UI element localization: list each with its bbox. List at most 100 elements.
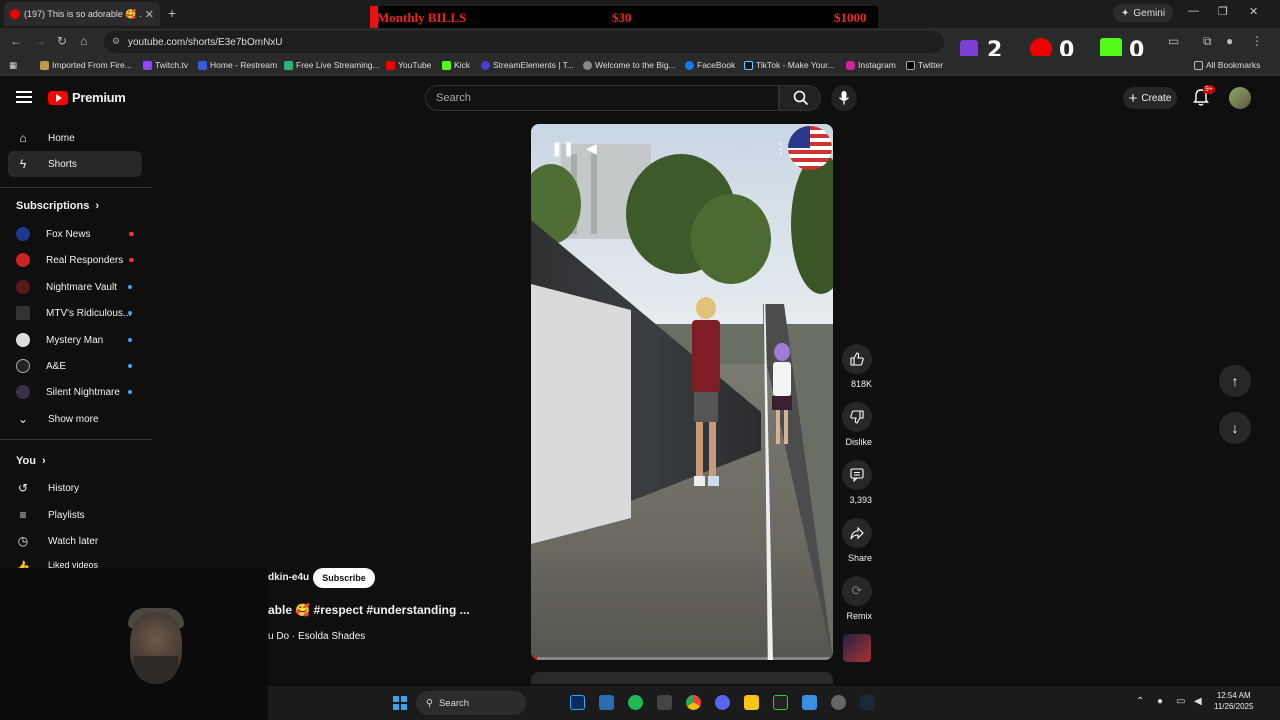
sidebar-item-shorts[interactable]: ϟ Shorts: [8, 151, 142, 177]
divider: [0, 439, 152, 440]
bookmark-item[interactable]: Home - Restream: [198, 60, 277, 70]
new-tab-icon[interactable]: +: [168, 5, 176, 21]
notepad-icon[interactable]: [802, 695, 817, 710]
sidebar-item-watch-later[interactable]: ◷ Watch later: [8, 528, 142, 554]
network-icon[interactable]: ▭: [1176, 696, 1185, 707]
terminal-icon[interactable]: [773, 695, 788, 710]
volume-icon[interactable]: ◀: [586, 140, 597, 157]
bookmark-item[interactable]: Kick: [442, 60, 470, 70]
reload-icon[interactable]: ↻: [57, 34, 67, 48]
close-tab-icon[interactable]: ✕: [145, 8, 154, 21]
all-bookmarks[interactable]: All Bookmarks: [1194, 60, 1260, 70]
photoshop-icon[interactable]: [570, 695, 585, 710]
bookmark-item[interactable]: Twitter: [906, 60, 943, 70]
bookmark-item[interactable]: Instagram: [846, 60, 896, 70]
settings-icon[interactable]: [831, 695, 846, 710]
audio-source-thumbnail[interactable]: [843, 634, 871, 662]
create-button[interactable]: + Create: [1123, 87, 1177, 109]
short-title[interactable]: able 🥰 #respect #understanding ...: [268, 603, 470, 617]
youtube-icon: [386, 60, 395, 70]
show-more-button[interactable]: ⌄ Show more: [8, 406, 142, 432]
apps-icon[interactable]: ▦: [9, 60, 17, 71]
home-icon[interactable]: ⌂: [80, 34, 87, 48]
tab-search-icon[interactable]: ▭: [1168, 34, 1179, 48]
bookmark-item[interactable]: Twitch.tv: [143, 60, 188, 70]
sidebar-item-ae[interactable]: A&E: [8, 353, 142, 379]
dislike-action[interactable]: Dislike: [842, 402, 872, 450]
share-action[interactable]: Share: [842, 518, 872, 566]
site-info-icon[interactable]: ⚙: [112, 36, 120, 47]
sidebar-item-mystery-man[interactable]: Mystery Man: [8, 327, 142, 353]
sidebar-item-mtv-ridiculous[interactable]: MTV's Ridiculous...: [8, 300, 142, 326]
profile-icon[interactable]: ●: [1226, 34, 1233, 48]
bookmark-item[interactable]: Welcome to the Big...: [583, 60, 676, 70]
forward-icon[interactable]: →: [34, 34, 46, 48]
microphone-tray-icon[interactable]: ●: [1157, 696, 1163, 707]
gemini-button[interactable]: ✦ Gemini: [1113, 4, 1174, 22]
previous-short-button[interactable]: ↑: [1219, 365, 1251, 397]
app-icon[interactable]: [657, 695, 672, 710]
sidebar-item-label: Silent Nightmare: [46, 386, 120, 398]
sidebar-item-nightmare-vault[interactable]: Nightmare Vault: [8, 274, 142, 300]
browser-tab[interactable]: (197) This is so adorable 🥰 ... ✕: [4, 2, 160, 26]
short-music[interactable]: u Do · Esolda Shades: [268, 631, 365, 642]
next-short-button[interactable]: ↓: [1219, 412, 1251, 444]
sidebar-item-liked-videos[interactable]: 👍 Liked videos: [8, 554, 142, 568]
taskbar-search[interactable]: ⚲ Search: [416, 691, 526, 715]
steam-icon[interactable]: [860, 695, 875, 710]
volume-tray-icon[interactable]: ◀: [1194, 696, 1202, 707]
chrome-icon[interactable]: [686, 695, 701, 710]
subscriptions-header[interactable]: Subscriptions ›: [16, 200, 99, 212]
close-window-icon[interactable]: ✕: [1249, 5, 1258, 18]
minimize-icon[interactable]: —: [1188, 5, 1199, 17]
sidebar-item-fox-news[interactable]: Fox News: [8, 221, 142, 247]
remix-action[interactable]: ⟳ Remix: [842, 576, 872, 624]
sidebar-item-history[interactable]: ↺ History: [8, 475, 142, 501]
photos-icon[interactable]: [599, 695, 614, 710]
sidebar-item-real-responders[interactable]: Real Responders: [8, 247, 142, 273]
voice-search-button[interactable]: [831, 85, 857, 111]
bookmark-item[interactable]: Free Live Streaming...: [284, 60, 380, 70]
thumbs-down-icon[interactable]: [842, 402, 872, 432]
menu-icon[interactable]: [16, 91, 32, 103]
next-short-preview[interactable]: [531, 672, 833, 684]
back-icon[interactable]: ←: [10, 34, 22, 48]
search-button[interactable]: [779, 85, 821, 111]
more-options-icon[interactable]: ⋮: [774, 140, 788, 157]
comment-icon[interactable]: [842, 460, 872, 490]
bookmark-item[interactable]: FaceBook: [685, 60, 735, 70]
youtube-logo[interactable]: Premium: [48, 90, 126, 105]
bookmark-item[interactable]: YouTube: [386, 60, 431, 70]
discord-icon[interactable]: [715, 695, 730, 710]
sidebar-item-home[interactable]: ⌂ Home: [8, 125, 142, 151]
tray-chevron-icon[interactable]: ⌃: [1136, 696, 1144, 707]
browser-menu-icon[interactable]: ⋮: [1251, 34, 1263, 48]
share-icon[interactable]: [842, 518, 872, 548]
short-video-player[interactable]: ❚❚ ◀ ▭ ⋮: [531, 124, 833, 660]
restore-icon[interactable]: ❐: [1218, 5, 1228, 18]
taskbar-clock[interactable]: 12:54 AM 11/26/2025: [1214, 690, 1253, 712]
windows-start-icon[interactable]: [393, 696, 407, 710]
url-bar[interactable]: youtube.com/shorts/E3e7bOmNxU: [104, 31, 944, 53]
sidebar-item-playlists[interactable]: ≡ Playlists: [8, 502, 142, 528]
captions-icon[interactable]: ▭: [739, 140, 748, 151]
pause-icon[interactable]: ❚❚: [551, 140, 574, 157]
subscribe-button[interactable]: Subscribe: [313, 568, 375, 588]
bookmark-label: FaceBook: [697, 60, 736, 70]
remix-icon[interactable]: ⟳: [842, 576, 872, 606]
file-explorer-icon[interactable]: [744, 695, 759, 710]
bookmark-item[interactable]: Imported From Fire...: [40, 60, 132, 70]
sidebar-item-silent-nightmare[interactable]: Silent Nightmare: [8, 379, 142, 405]
like-action[interactable]: 818K: [842, 344, 872, 392]
search-input[interactable]: Search: [425, 85, 779, 111]
bookmark-item[interactable]: StreamElements | T...: [481, 60, 574, 70]
bookmark-item[interactable]: TikTok - Make Your...: [744, 60, 835, 70]
video-progress-bar[interactable]: [531, 657, 833, 660]
short-channel-name[interactable]: dkin-e4u: [268, 572, 309, 583]
you-header[interactable]: You ›: [16, 455, 46, 467]
comments-action[interactable]: 3,393: [842, 460, 872, 508]
account-avatar[interactable]: [1229, 87, 1251, 109]
extensions-icon[interactable]: ⧉: [1203, 34, 1212, 49]
thumbs-up-icon[interactable]: [842, 344, 872, 374]
spotify-icon[interactable]: [628, 695, 643, 710]
